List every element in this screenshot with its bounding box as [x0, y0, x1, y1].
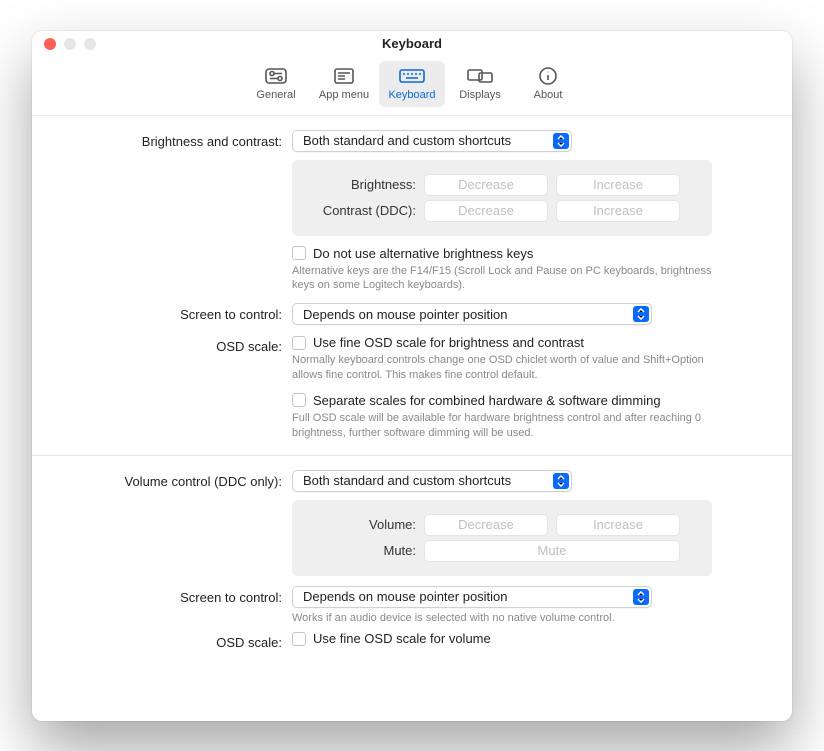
contrast-row-label: Contrast (DDC):	[306, 203, 424, 218]
tab-keyboard[interactable]: Keyboard	[379, 61, 445, 107]
screen-to-control-volume-select[interactable]: Depends on mouse pointer position	[292, 586, 652, 608]
mute-field[interactable]: Mute	[424, 540, 680, 562]
osd-scale-label: OSD scale:	[62, 335, 292, 354]
volume-row-label: Volume:	[306, 517, 424, 532]
brightness-contrast-select[interactable]: Both standard and custom shortcuts	[292, 130, 572, 152]
alt-brightness-keys-checkbox[interactable]	[292, 246, 306, 260]
chevron-up-down-icon	[553, 473, 569, 489]
volume-control-select[interactable]: Both standard and custom shortcuts	[292, 470, 572, 492]
chevron-up-down-icon	[633, 306, 649, 322]
displays-icon	[449, 65, 511, 87]
volume-decrease-field[interactable]: Decrease	[424, 514, 548, 536]
screen-to-control-volume-hint: Works if an audio device is selected wit…	[292, 611, 712, 626]
close-button[interactable]	[44, 38, 56, 50]
screen-to-control-volume-label: Screen to control:	[62, 586, 292, 605]
contrast-decrease-field[interactable]: Decrease	[424, 200, 548, 222]
alt-brightness-keys-label: Do not use alternative brightness keys	[313, 246, 533, 261]
alt-brightness-keys-hint: Alternative keys are the F14/F15 (Scroll…	[292, 264, 712, 294]
brightness-contrast-label: Brightness and contrast:	[62, 130, 292, 149]
tab-label: App menu	[313, 89, 375, 101]
window-title: Keyboard	[382, 36, 442, 51]
zoom-button[interactable]	[84, 38, 96, 50]
select-value: Depends on mouse pointer position	[303, 307, 508, 322]
separate-scales-checkbox[interactable]	[292, 393, 306, 407]
chevron-up-down-icon	[633, 589, 649, 605]
separate-scales-label: Separate scales for combined hardware & …	[313, 393, 661, 408]
osd-scale-volume-label: OSD scale:	[62, 631, 292, 650]
screen-to-control-label: Screen to control:	[62, 303, 292, 322]
fine-osd-brightness-checkbox[interactable]	[292, 336, 306, 350]
volume-shortcut-panel: Volume: Decrease Increase Mute: Mute	[292, 500, 712, 576]
toolbar: General App menu Keyboard	[32, 57, 792, 116]
screen-to-control-select[interactable]: Depends on mouse pointer position	[292, 303, 652, 325]
fine-osd-brightness-label: Use fine OSD scale for brightness and co…	[313, 335, 584, 350]
mute-row-label: Mute:	[306, 543, 424, 558]
select-value: Depends on mouse pointer position	[303, 589, 508, 604]
select-value: Both standard and custom shortcuts	[303, 133, 511, 148]
volume-control-label: Volume control (DDC only):	[62, 470, 292, 489]
tab-label: Keyboard	[381, 89, 443, 101]
brightness-shortcut-panel: Brightness: Decrease Increase Contrast (…	[292, 160, 712, 236]
volume-increase-field[interactable]: Increase	[556, 514, 680, 536]
tab-about[interactable]: About	[515, 61, 581, 107]
content: Brightness and contrast: Both standard a…	[32, 116, 792, 721]
tab-app-menu[interactable]: App menu	[311, 61, 377, 107]
traffic-lights	[44, 38, 96, 50]
separate-scales-hint: Full OSD scale will be available for har…	[292, 411, 712, 441]
chevron-up-down-icon	[553, 133, 569, 149]
window: Keyboard General App menu	[32, 31, 792, 721]
info-icon	[517, 65, 579, 87]
minimize-button[interactable]	[64, 38, 76, 50]
fine-osd-volume-checkbox[interactable]	[292, 632, 306, 646]
menu-icon	[313, 65, 375, 87]
select-value: Both standard and custom shortcuts	[303, 473, 511, 488]
separator	[32, 455, 792, 456]
brightness-row-label: Brightness:	[306, 177, 424, 192]
tab-displays[interactable]: Displays	[447, 61, 513, 107]
brightness-increase-field[interactable]: Increase	[556, 174, 680, 196]
tab-label: About	[517, 89, 579, 101]
titlebar: Keyboard	[32, 31, 792, 57]
sliders-icon	[245, 65, 307, 87]
brightness-decrease-field[interactable]: Decrease	[424, 174, 548, 196]
contrast-increase-field[interactable]: Increase	[556, 200, 680, 222]
tab-label: General	[245, 89, 307, 101]
fine-osd-brightness-hint: Normally keyboard controls change one OS…	[292, 353, 712, 383]
fine-osd-volume-label: Use fine OSD scale for volume	[313, 631, 491, 646]
keyboard-icon	[381, 65, 443, 87]
tab-label: Displays	[449, 89, 511, 101]
tab-general[interactable]: General	[243, 61, 309, 107]
